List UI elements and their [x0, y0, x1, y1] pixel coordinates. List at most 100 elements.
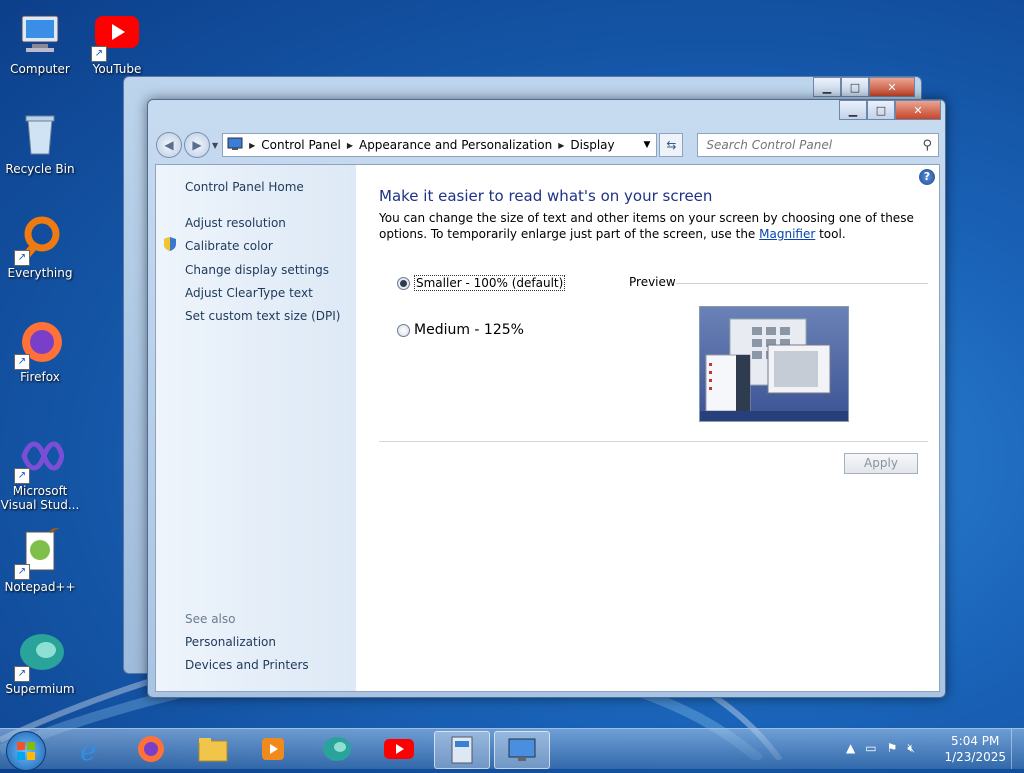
clock-date: 1/23/2025 — [944, 750, 1006, 764]
search-input[interactable] — [704, 137, 914, 153]
action-center-flag-icon[interactable]: ⚑ — [887, 741, 898, 756]
forward-arrow-icon: ▶ — [192, 138, 202, 152]
breadcrumb-separator-icon[interactable]: ▶ — [558, 141, 564, 150]
address-bar[interactable]: ▶ Control Panel ▶ Appearance and Persona… — [222, 133, 658, 157]
taskbar-supermium[interactable] — [312, 731, 362, 767]
magnifier-link[interactable]: Magnifier — [759, 227, 815, 241]
shortcut-arrow-icon: ↗ — [14, 250, 30, 266]
shortcut-arrow-icon: ↗ — [91, 46, 107, 62]
back-arrow-icon: ◀ — [164, 138, 174, 152]
taskbar-internet-explorer[interactable]: e — [66, 731, 116, 767]
task-pane: Control Panel Home Adjust resolution Cal… — [156, 165, 356, 691]
maximize-button[interactable]: □ — [867, 100, 895, 120]
option-medium-label: Medium - 125% — [414, 322, 524, 338]
taskbar-file-explorer[interactable] — [188, 731, 238, 767]
see-also-heading: See also — [185, 612, 236, 626]
refresh-button[interactable]: ⇆ — [659, 133, 684, 157]
main-content: ? Make it easier to read what's on your … — [356, 165, 939, 691]
close-button[interactable]: ✕ — [895, 100, 941, 120]
recycle-bin-icon — [16, 110, 64, 158]
refresh-icon: ⇆ — [666, 138, 677, 152]
preview-image — [699, 306, 849, 422]
taskbar-firefox[interactable] — [126, 731, 176, 767]
preview-thumbnail-icon — [700, 318, 848, 421]
show-desktop-button[interactable] — [1011, 729, 1024, 769]
start-button[interactable] — [6, 731, 46, 771]
youtube-icon — [384, 739, 414, 759]
media-player-icon — [262, 738, 284, 760]
supermium-icon — [323, 737, 351, 761]
minimize-button[interactable]: ▁ — [839, 100, 867, 120]
back-button[interactable]: ◀ — [156, 132, 182, 158]
system-tray: ▲ ▭ ⚑ 🔇︎ — [846, 741, 915, 756]
address-dropdown-icon[interactable]: ▼ — [644, 140, 651, 150]
personalization-link[interactable]: Personalization — [185, 635, 276, 649]
show-hidden-icons-icon[interactable]: ▲ — [846, 741, 855, 756]
option-smaller-label: Smaller - 100% (default) — [414, 275, 566, 291]
supermium-icon: ↗ — [14, 630, 64, 682]
everything-icon: ↗ — [14, 214, 64, 266]
devices-and-printers-link[interactable]: Devices and Printers — [185, 658, 309, 672]
radio-selected-icon — [397, 276, 410, 290]
background-window-controls: ▁ □ ✕ — [813, 77, 915, 97]
page-description: You can change the size of text and othe… — [379, 210, 924, 242]
breadcrumb-appearance[interactable]: Appearance and Personalization — [359, 138, 552, 152]
clock[interactable]: 5:04 PM 1/23/2025 — [944, 733, 1006, 765]
taskbar-control-panel-window[interactable] — [434, 731, 490, 769]
taskbar-media-player[interactable] — [248, 731, 298, 767]
adjust-resolution-link[interactable]: Adjust resolution — [185, 216, 286, 230]
firefox-icon: ↗ — [14, 318, 64, 370]
desktop-icon-firefox[interactable]: ↗ Firefox — [0, 318, 80, 384]
file-explorer-icon — [198, 738, 228, 762]
option-smaller-radio[interactable]: Smaller - 100% (default) — [397, 275, 566, 291]
control-panel-icon — [227, 137, 243, 154]
navigation-bar: ◀ ▶ ▼ ▶ Control Panel ▶ Appearance and P… — [156, 132, 940, 158]
breadcrumb-display[interactable]: Display — [570, 138, 614, 152]
maximize-button[interactable]: □ — [841, 77, 869, 97]
desktop-icon-youtube[interactable]: ↗ YouTube — [77, 10, 157, 76]
breadcrumb-separator-icon[interactable]: ▶ — [249, 141, 255, 150]
client-area: Control Panel Home Adjust resolution Cal… — [155, 164, 940, 692]
desktop-icon-visual-studio[interactable]: ↗ Microsoft Visual Stud... — [0, 432, 80, 512]
adjust-cleartype-link[interactable]: Adjust ClearType text — [185, 286, 313, 300]
change-display-settings-link[interactable]: Change display settings — [185, 263, 329, 277]
option-medium-radio[interactable]: Medium - 125% — [397, 322, 524, 338]
search-icon[interactable]: ⚲ — [922, 138, 932, 153]
breadcrumb-separator-icon[interactable]: ▶ — [347, 141, 353, 150]
recent-pages-dropdown-icon[interactable]: ▼ — [212, 141, 218, 150]
youtube-icon: ↗ — [91, 10, 141, 62]
shortcut-arrow-icon: ↗ — [14, 468, 30, 484]
taskbar-youtube[interactable] — [374, 731, 424, 767]
apply-button[interactable]: Apply — [844, 453, 918, 474]
set-custom-dpi-link[interactable]: Set custom text size (DPI) — [185, 309, 340, 323]
computer-icon — [16, 10, 64, 58]
desktop-icon-computer[interactable]: Computer — [0, 10, 80, 76]
preview-divider — [676, 283, 928, 284]
desktop-icon-supermium[interactable]: ↗ Supermium — [0, 630, 80, 696]
network-icon[interactable]: ▭ — [865, 741, 876, 756]
taskbar: e ▲ ▭ ⚑ 🔇︎ 5:04 PM 1/23/2025 — [0, 728, 1024, 771]
forward-button[interactable]: ▶ — [183, 132, 210, 158]
search-box[interactable]: ⚲ — [697, 133, 940, 157]
desktop-icon-notepadpp[interactable]: ↗ Notepad++ — [0, 524, 80, 594]
minimize-button[interactable]: ▁ — [813, 77, 841, 97]
preview-label: Preview — [629, 275, 676, 289]
calibrate-color-link[interactable]: Calibrate color — [185, 239, 273, 253]
windows-logo-icon — [17, 742, 35, 760]
control-panel-home-link[interactable]: Control Panel Home — [185, 180, 304, 194]
clock-time: 5:04 PM — [951, 734, 1000, 748]
taskbar-display-settings[interactable] — [494, 731, 550, 769]
section-divider — [379, 441, 928, 442]
breadcrumb-control-panel[interactable]: Control Panel — [261, 138, 341, 152]
desktop-icon-everything[interactable]: ↗ Everything — [0, 214, 80, 280]
visual-studio-icon: ↗ — [14, 432, 65, 484]
volume-muted-icon[interactable]: 🔇︎ — [907, 741, 915, 756]
display-control-panel-window[interactable]: ▁ □ ✕ ◀ ▶ ▼ ▶ Control Panel ▶ Appearance… — [147, 99, 946, 698]
window-controls: ▁ □ ✕ — [839, 100, 941, 120]
svg-text:e: e — [80, 734, 97, 764]
desktop-icon-recycle-bin[interactable]: Recycle Bin — [0, 110, 80, 176]
display-settings-icon — [508, 738, 536, 761]
close-button[interactable]: ✕ — [869, 77, 915, 97]
help-icon[interactable]: ? — [919, 169, 935, 185]
control-panel-window-icon — [451, 736, 473, 764]
